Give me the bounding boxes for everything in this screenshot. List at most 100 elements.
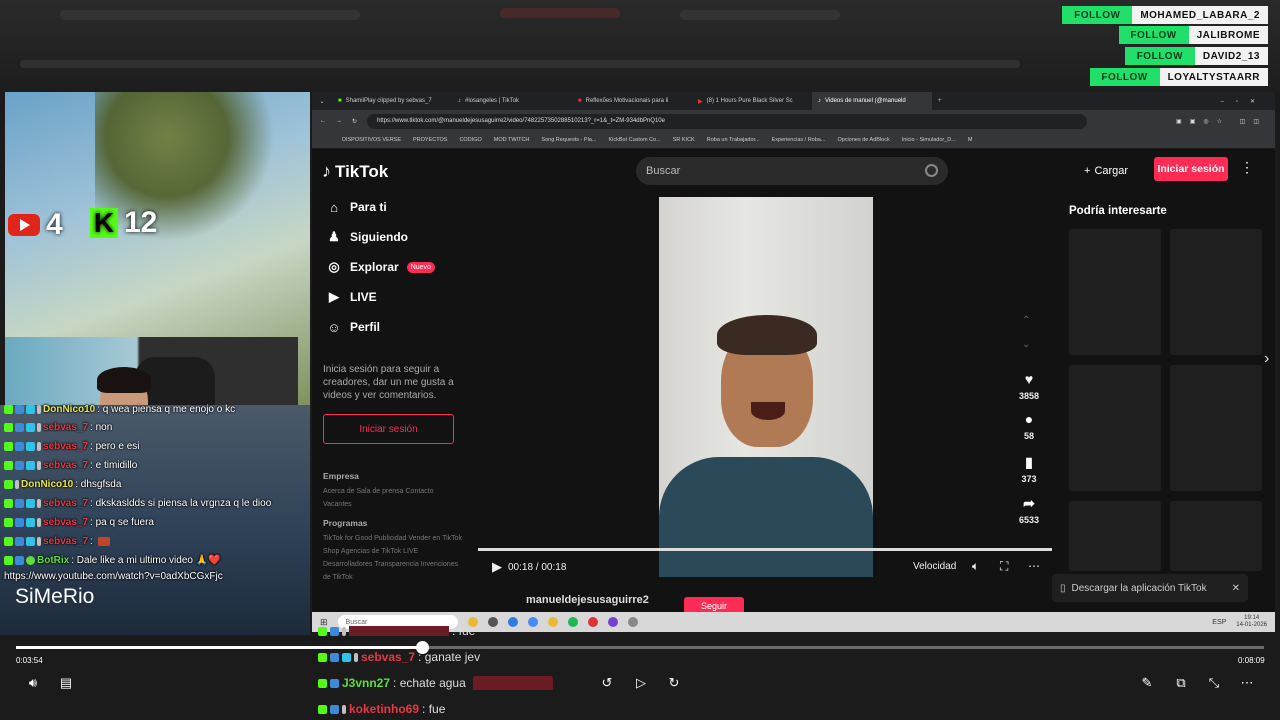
bookmark-item[interactable]: M bbox=[968, 137, 973, 143]
more-options-icon[interactable]: ⋯ bbox=[1236, 672, 1258, 694]
play-icon[interactable]: ▷ bbox=[630, 672, 652, 694]
bookmark-item[interactable]: KickBot Custom Co... bbox=[608, 137, 660, 143]
more-icon[interactable]: ⋮ bbox=[1240, 159, 1254, 176]
nav-explore[interactable]: ◎ Explorar Nuevo bbox=[326, 259, 435, 275]
bookmark-item[interactable]: MOD TWITCH bbox=[494, 137, 530, 143]
taskbar-app-icon[interactable] bbox=[627, 617, 638, 627]
search-icon[interactable] bbox=[925, 164, 938, 177]
next-arrow-icon[interactable]: › bbox=[1264, 350, 1269, 368]
home-icon: ⌂ bbox=[330, 199, 338, 215]
taskbar-language[interactable]: ESP bbox=[1212, 619, 1226, 626]
taskbar-app-icon[interactable] bbox=[607, 617, 618, 627]
nav-profile[interactable]: ☺ Perfil bbox=[326, 319, 380, 335]
nav-following[interactable]: ♟ Siguiendo bbox=[326, 229, 408, 245]
rewind-10-icon[interactable]: ↺ bbox=[596, 672, 618, 694]
bookmark-item[interactable]: Experiencias / Roba... bbox=[772, 137, 826, 143]
tab-menu-icon[interactable]: ⌄ bbox=[312, 98, 332, 105]
follow-alert: FOLLOW JALIBROME bbox=[1118, 26, 1268, 44]
browser-tab[interactable]: ■ ShamiiPlay clipped by sebvas_7 bbox=[332, 92, 452, 110]
chat-message: sebvas_7: bbox=[4, 536, 110, 547]
browser-tab[interactable]: ■ Reflexões Motivacionais para li bbox=[572, 92, 692, 110]
forward-30-icon[interactable]: ↻ bbox=[663, 672, 685, 694]
speed-button[interactable]: Velocidad bbox=[913, 561, 956, 572]
tab-bar: ⌄ ■ ShamiiPlay clipped by sebvas_7 ♪ #losa… bbox=[312, 92, 1275, 110]
like-action[interactable]: ♥ 3858 bbox=[1018, 371, 1040, 401]
search-input[interactable]: Buscar bbox=[636, 157, 948, 185]
chat-message: DonNico10: dhsgfsda bbox=[4, 479, 121, 490]
recommend-card[interactable] bbox=[1069, 501, 1161, 571]
streamer-name: SiMeRio bbox=[15, 585, 95, 608]
new-tab-icon[interactable]: + bbox=[932, 98, 948, 104]
bookmark-item[interactable]: Roba un Trabajador... bbox=[707, 137, 760, 143]
fullscreen-icon[interactable]: ⛶ bbox=[1000, 559, 1008, 574]
footer-company-links[interactable]: Acerca de Sala de prensa Contacto Vacant… bbox=[323, 485, 463, 511]
compass-icon: ◎ bbox=[328, 259, 340, 274]
play-icon[interactable]: ▶ bbox=[492, 559, 502, 575]
taskbar-clock[interactable]: 19:14 14-01-2026 bbox=[1236, 615, 1267, 629]
tiktok-logo[interactable]: ♪ TikTok bbox=[322, 161, 388, 182]
chat-message: J3vnn27: echate agua bbox=[318, 676, 553, 690]
taskbar-app-icon[interactable] bbox=[487, 617, 498, 627]
recommend-card[interactable] bbox=[1069, 365, 1161, 491]
miniplayer-icon[interactable]: ⧉ bbox=[1170, 672, 1192, 694]
recommend-card[interactable] bbox=[1170, 365, 1262, 491]
sidebar-login-button[interactable]: Iniciar sesión bbox=[323, 414, 454, 444]
browser-tab-active[interactable]: ♪ Videos de manuel (@manueld bbox=[812, 92, 932, 110]
save-action[interactable]: ▮ 373 bbox=[1018, 453, 1040, 485]
follow-alert: FOLLOW LOYALTYSTAARR bbox=[1089, 68, 1268, 86]
browser-tab[interactable]: ▶ (8) 1 Hours Pure Black Silver Sc bbox=[692, 92, 812, 110]
nav-for-you[interactable]: ⌂ Para ti bbox=[326, 199, 387, 215]
edit-icon[interactable]: ✎ bbox=[1136, 672, 1158, 694]
nav-live[interactable]: ▶ LIVE bbox=[326, 289, 377, 305]
seek-bar-progress bbox=[16, 646, 422, 649]
seek-handle[interactable] bbox=[416, 641, 429, 654]
forward-icon[interactable]: → bbox=[336, 118, 342, 124]
reload-icon[interactable]: ↻ bbox=[352, 118, 357, 125]
exit-fullscreen-icon[interactable]: ⤡ bbox=[1203, 672, 1225, 694]
bookmark-item[interactable]: Inicio - Simulador_D... bbox=[902, 137, 956, 143]
bookmark-item[interactable]: Opciones de AdBlock bbox=[837, 137, 889, 143]
url-input[interactable]: https://www.tiktok.com/@manueldejesusagu… bbox=[367, 113, 1088, 129]
upload-button[interactable]: + Cargar bbox=[1074, 159, 1138, 183]
taskbar-app-icon[interactable] bbox=[587, 617, 598, 627]
taskbar-app-icon[interactable] bbox=[507, 617, 518, 627]
captions-icon[interactable]: ▤ bbox=[55, 672, 77, 694]
recommend-card[interactable] bbox=[1170, 229, 1262, 355]
volume-icon[interactable]: 🔈︎ bbox=[972, 559, 979, 574]
bookmark-item[interactable]: CODIGO bbox=[459, 137, 481, 143]
browser-tab[interactable]: ♪ #losangeles | TikTok bbox=[452, 92, 572, 110]
author-name[interactable]: manueldejesusaguirre2 bbox=[526, 594, 649, 606]
scroll-down-icon[interactable]: ⌄ bbox=[1022, 339, 1030, 350]
taskbar-app-icon[interactable] bbox=[567, 617, 578, 627]
comment-action[interactable]: ● 58 bbox=[1018, 411, 1040, 441]
bookmark-item[interactable]: Song Requests - Pla... bbox=[541, 137, 596, 143]
live-icon: ▶ bbox=[329, 289, 339, 304]
video-progress-fill bbox=[478, 548, 1052, 551]
extension-icons[interactable]: ▣▣◎☆ ◫◫ bbox=[1176, 118, 1267, 125]
recommend-card[interactable] bbox=[1069, 229, 1161, 355]
share-action[interactable]: ➦ 6533 bbox=[1018, 495, 1040, 526]
follow-label: FOLLOW bbox=[1124, 47, 1195, 65]
login-button[interactable]: Iniciar sesión bbox=[1154, 157, 1228, 181]
volume-icon[interactable]: 🔊︎ bbox=[22, 672, 44, 694]
recommend-card[interactable] bbox=[1170, 501, 1262, 571]
bookmark-item[interactable]: DISPOSITIVOS VERSE bbox=[342, 137, 401, 143]
back-icon[interactable]: ← bbox=[320, 118, 326, 124]
video-more-icon[interactable]: ⋯ bbox=[1028, 559, 1040, 573]
bookmark-item[interactable]: SR KICK bbox=[673, 137, 695, 143]
download-app-banner[interactable]: ▯ Descargar la aplicación TikTok ✕ bbox=[1052, 574, 1248, 602]
video-frame[interactable] bbox=[659, 197, 873, 577]
bookmark-icon: ▮ bbox=[1025, 453, 1033, 470]
plus-icon: + bbox=[1084, 165, 1091, 177]
scroll-up-icon[interactable]: ⌃ bbox=[1022, 315, 1030, 326]
youtube-counter: 4 bbox=[8, 208, 63, 242]
follow-user: LOYALTYSTAARR bbox=[1159, 68, 1268, 86]
taskbar-app-icon[interactable] bbox=[547, 617, 558, 627]
heart-icon: ♥ bbox=[1024, 371, 1034, 387]
footer-programs-links[interactable]: TikTok for Good Publicidad Vender en Tik… bbox=[323, 532, 463, 584]
bookmark-item[interactable]: PROYECTOS bbox=[413, 137, 447, 143]
close-icon[interactable]: ✕ bbox=[1232, 583, 1240, 594]
follow-user: DAVID2_13 bbox=[1194, 47, 1268, 65]
window-controls[interactable]: –▫✕ bbox=[1221, 98, 1276, 105]
taskbar-app-icon[interactable] bbox=[527, 617, 538, 627]
